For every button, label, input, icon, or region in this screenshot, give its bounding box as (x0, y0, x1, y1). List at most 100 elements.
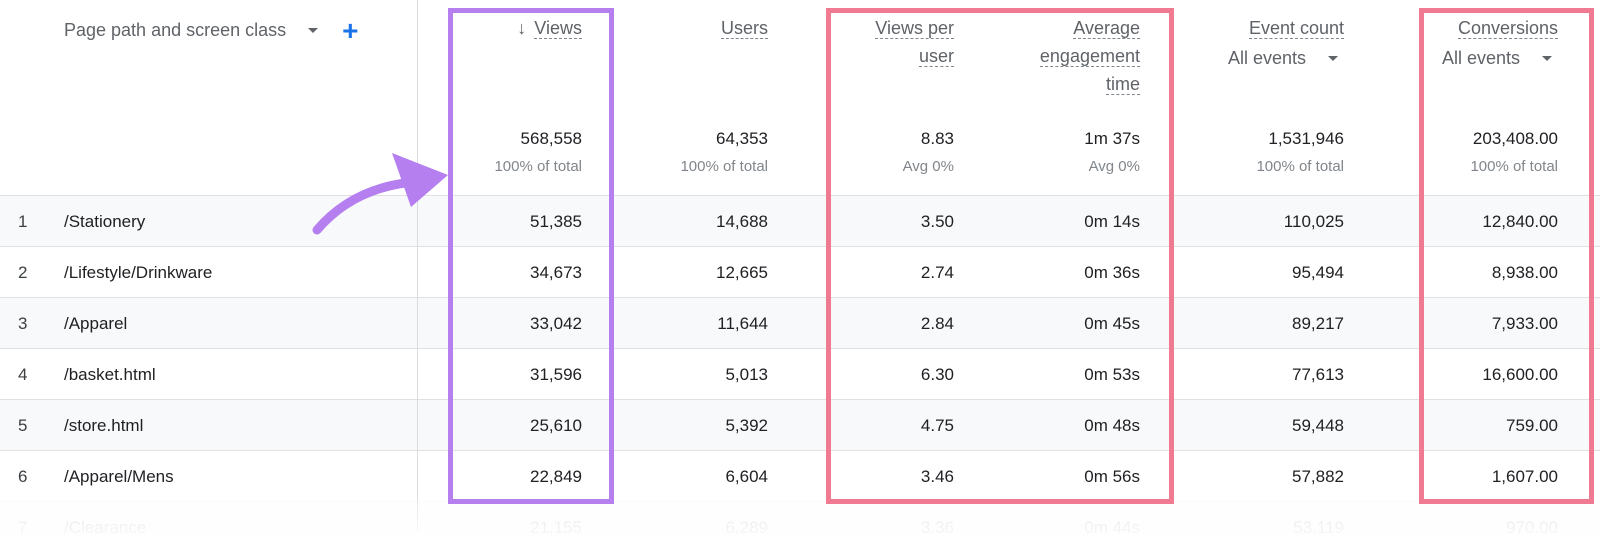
conversion-filter-dropdown[interactable]: All events (1442, 44, 1558, 72)
cell-views-per-user: 4.75 (920, 416, 954, 435)
cell-views: 34,673 (530, 263, 582, 282)
cell-avg-engagement-time: 0m 14s (1084, 212, 1140, 231)
table-row[interactable]: 4/basket.html 31,596 5,013 6.30 0m 53s 77,613… (0, 348, 1600, 399)
total-value: 203,408.00 (1472, 129, 1558, 148)
cell-avg-engagement-time: 0m 36s (1084, 263, 1140, 282)
table-body: 1/Stationery 51,385 14,688 3.50 0m 14s 110,02… (0, 195, 1600, 545)
dimension-selector[interactable]: Page path and screen class + (64, 16, 359, 44)
total-views-per-user: 8.83 Avg 0% (903, 128, 954, 176)
total-subtext: Avg 0% (902, 158, 954, 175)
cell-conversions: 7,933.00 (1491, 314, 1558, 333)
arrow-down-icon[interactable]: ↓ (517, 18, 526, 38)
event-filter-dropdown[interactable]: All events (1228, 44, 1344, 72)
plus-icon[interactable]: + (342, 16, 358, 44)
page-path[interactable]: /Lifestyle/Drinkware (64, 247, 212, 298)
event-filter-value: All events (1227, 48, 1306, 68)
cell-users: 11,644 (717, 314, 768, 333)
total-event-count: 1,531,946 100% of total (1256, 128, 1344, 176)
cell-event-count: 89,217 (1292, 314, 1344, 333)
table-row[interactable]: 3/Apparel 33,042 11,644 2.84 0m 45s 89,217 7,9… (0, 297, 1600, 348)
cell-views: 22,849 (530, 467, 582, 486)
total-avg-engagement-time: 1m 37s Avg 0% (1084, 128, 1140, 176)
column-label-line: Views per (875, 18, 954, 39)
column-label-line: time (1105, 74, 1140, 95)
column-header-views[interactable]: ↓ Views (517, 14, 582, 42)
page-path[interactable]: /basket.html (64, 349, 156, 400)
cell-event-count: 59,448 (1292, 416, 1344, 435)
total-value: 568,558 (520, 129, 582, 148)
column-header-avg-engagement-time[interactable]: Average engagement time (1039, 14, 1140, 98)
curved-arrow-icon (312, 153, 448, 235)
column-label: Event count (1248, 18, 1344, 39)
total-users: 64,353 100% of total (680, 128, 768, 176)
column-header-conversions[interactable]: Conversions All events (1442, 14, 1558, 72)
cell-views-per-user: 6.30 (920, 365, 954, 384)
row-index: 4 (18, 365, 28, 384)
total-value: 1,531,946 (1268, 129, 1344, 148)
page-path[interactable]: /Stationery (64, 196, 145, 247)
cell-users: 12,665 (716, 263, 768, 282)
column-label: Users (720, 18, 768, 39)
cell-users: 5,392 (725, 416, 768, 435)
cell-users: 14,688 (716, 212, 768, 231)
total-subtext: 100% of total (1256, 158, 1344, 175)
column-label: Conversions (1457, 18, 1558, 39)
table-header: Page path and screen class + ↓ Views User… (0, 0, 1600, 195)
cell-event-count: 77,613 (1292, 365, 1344, 384)
cell-views-per-user: 3.46 (920, 467, 954, 486)
column-label-line: Average (1073, 18, 1140, 39)
page-path[interactable]: /Apparel/Mens (64, 451, 174, 502)
column-label-line: engagement (1039, 46, 1140, 67)
total-value: 1m 37s (1084, 129, 1140, 148)
table-row[interactable]: 5/store.html 25,610 5,392 4.75 0m 48s 59,448 7… (0, 399, 1600, 450)
page-path[interactable]: /Apparel (64, 298, 127, 349)
row-index: 1 (18, 212, 28, 231)
row-index: 6 (18, 467, 28, 486)
column-header-users[interactable]: Users (720, 14, 768, 42)
total-value: 8.83 (920, 129, 954, 148)
caret-down-icon[interactable] (1542, 55, 1552, 61)
table-row[interactable]: 2/Lifestyle/Drinkware 34,673 12,665 2.74 0m … (0, 246, 1600, 297)
total-subtext: Avg 0% (1088, 158, 1140, 175)
cell-avg-engagement-time: 0m 53s (1084, 365, 1140, 384)
cell-views-per-user: 2.84 (920, 314, 954, 333)
column-label-line: user (918, 46, 954, 67)
cell-avg-engagement-time: 0m 45s (1084, 314, 1140, 333)
cell-conversions: 8,938.00 (1491, 263, 1558, 282)
table-row[interactable]: 1/Stationery 51,385 14,688 3.50 0m 14s 110,02… (0, 195, 1600, 246)
cell-views: 31,596 (530, 365, 582, 384)
row-index: 3 (18, 314, 28, 333)
cell-users: 6,604 (725, 467, 768, 486)
page-path[interactable]: /store.html (64, 400, 143, 451)
column-header-event-count[interactable]: Event count All events (1228, 14, 1344, 72)
total-subtext: 100% of total (1470, 158, 1558, 175)
scroll-fade (0, 500, 1600, 545)
cell-conversions: 1,607.00 (1491, 467, 1558, 486)
caret-down-icon[interactable] (308, 28, 319, 33)
cell-conversions: 16,600.00 (1482, 365, 1558, 384)
row-index: 5 (18, 416, 28, 435)
cell-views: 33,042 (530, 314, 582, 333)
caret-down-icon[interactable] (1328, 55, 1338, 61)
cell-views: 25,610 (530, 416, 582, 435)
cell-avg-engagement-time: 0m 48s (1084, 416, 1140, 435)
cell-views: 51,385 (530, 212, 582, 231)
column-divider (417, 0, 418, 530)
cell-views-per-user: 2.74 (920, 263, 954, 282)
row-index: 2 (18, 263, 28, 282)
cell-views-per-user: 3.50 (920, 212, 954, 231)
total-views: 568,558 100% of total (494, 128, 582, 176)
cell-event-count: 57,882 (1292, 467, 1344, 486)
cell-conversions: 12,840.00 (1482, 212, 1558, 231)
column-header-views-per-user[interactable]: Views per user (875, 14, 954, 70)
conversion-filter-value: All events (1441, 48, 1520, 68)
total-conversions: 203,408.00 100% of total (1470, 128, 1558, 176)
dimension-label: Page path and screen class (64, 20, 287, 40)
cell-event-count: 110,025 (1283, 212, 1344, 231)
pages-report-table: Page path and screen class + ↓ Views User… (0, 0, 1600, 545)
total-subtext: 100% of total (680, 158, 768, 175)
cell-conversions: 759.00 (1506, 416, 1558, 435)
table-row[interactable]: 6/Apparel/Mens 22,849 6,604 3.46 0m 56s 57,88… (0, 450, 1600, 501)
cell-users: 5,013 (725, 365, 768, 384)
column-label: Views (534, 18, 582, 39)
